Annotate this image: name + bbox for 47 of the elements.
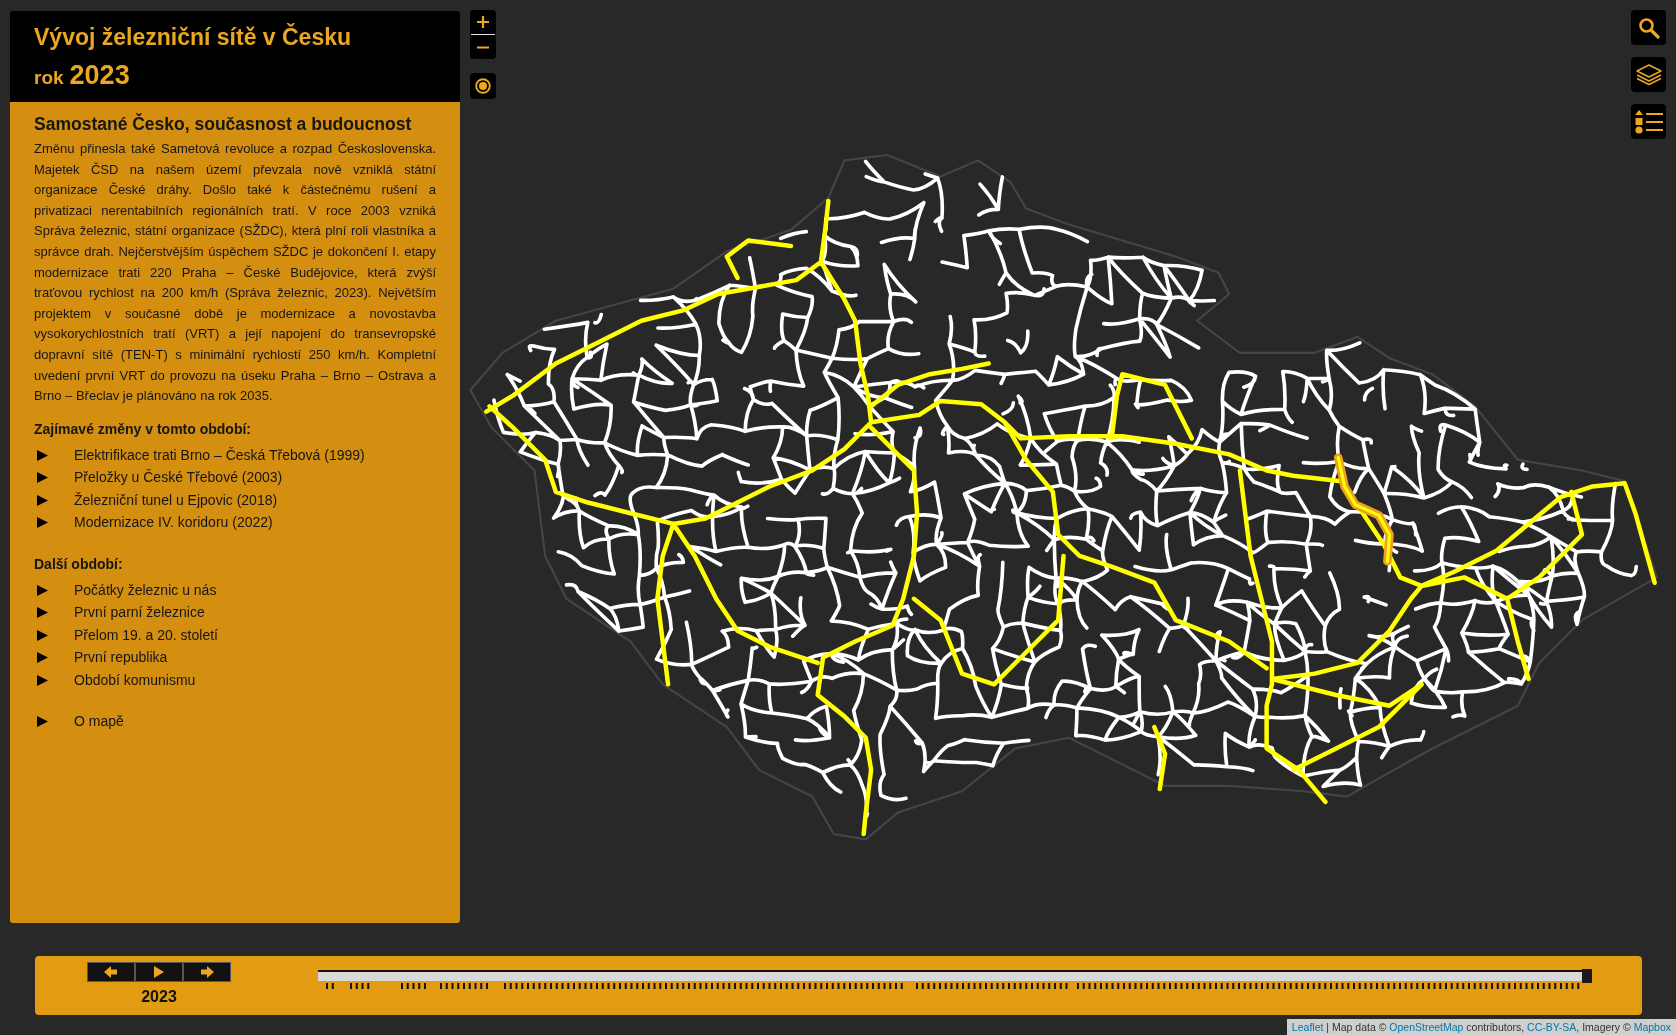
triangle-icon [37, 607, 48, 619]
period-link[interactable]: Počátky železnic u nás [34, 579, 217, 602]
change-link[interactable]: Železniční tunel u Ejpovic (2018) [34, 489, 278, 512]
timeline-year: 2023 [141, 987, 177, 1007]
list-icon [1634, 109, 1663, 134]
play-icon [154, 966, 164, 978]
play-button[interactable] [135, 962, 183, 982]
periods-heading: Další období: [34, 554, 123, 574]
triangle-icon [37, 517, 48, 529]
triangle-icon [37, 449, 48, 461]
article-text: Změnu přinesla také Sametová revoluce a rozpad Československa. Majetek ČSD na našem území převzala nově vzniklá státní organizace České dráhy. Došlo také k částečnému rušení a privatizaci nerentabilních regionálních tratí. V roce 2003 vzniká Správa železnic, státní organizace (SŽDC), která plní roli vlastníka a správce drah. Nejčerstvějším úspěchem SŽDC je dokončení I. etapy modernizace trati 220 Praha – České Budějovice, která zvýší traťovou rychlost na 200 km/h (Správa železnic, 2023). Největším projektem v současné době je modernizace a novostavba vysokorychlostních tratí (VRT) a její napojení do transevropské dopravní sítě (TEN-T) s minimální rychlostí 250 km/h. Kompletní uvedení první VRT do provozu na úseku Praha – Brno – Ostrava a Brno – Břeclav je plánováno na rok 2035. [34, 140, 436, 406]
triangle-icon [37, 584, 48, 596]
minus-icon [477, 45, 489, 49]
timeline-slider[interactable] [318, 970, 1592, 981]
right-arrow-icon [200, 966, 214, 978]
map-attribution: Leaflet | Map data © OpenStreetMap contributors, CC-BY-SA, Imagery © Mapbox [1286, 1019, 1676, 1035]
search-icon [1637, 16, 1660, 39]
year-label: rok [34, 66, 64, 90]
search-button[interactable] [1631, 10, 1666, 45]
changes-heading: Zajímavé změny v tomto období: [34, 419, 252, 439]
locate-button[interactable] [470, 73, 496, 99]
triangle-icon [37, 629, 48, 641]
slider-handle[interactable] [1582, 969, 1592, 983]
layers-button[interactable] [1631, 57, 1666, 92]
change-link[interactable]: Elektrifikace trati Brno – Česká Třebová (1999) [34, 444, 365, 467]
period-link[interactable]: Období komunismu [34, 669, 196, 692]
period-link[interactable]: První parní železnice [34, 602, 205, 624]
legend-button[interactable] [1631, 104, 1666, 139]
article-heading: Samostané Česko, současnost a budoucnost [34, 112, 412, 136]
plus-icon [477, 16, 489, 28]
change-link[interactable]: Modernizace IV. koridoru (2022) [34, 512, 273, 534]
period-link[interactable]: Přelom 19. a 20. století [34, 624, 218, 647]
period-link[interactable]: První republika [34, 647, 168, 669]
next-year-button[interactable] [183, 962, 231, 982]
triangle-icon [37, 494, 48, 506]
change-link[interactable]: Přeložky u České Třebové (2003) [34, 467, 283, 489]
triangle-icon [37, 716, 48, 728]
triangle-icon [37, 472, 48, 484]
triangle-icon [37, 652, 48, 664]
layers-icon [1635, 63, 1662, 86]
about-link[interactable]: O mapě [34, 711, 124, 733]
panel-title: Vývoj železniční sítě v Česku [34, 22, 352, 52]
previous-year-button[interactable] [87, 962, 135, 982]
triangle-icon [37, 674, 48, 686]
left-arrow-icon [104, 966, 118, 978]
year-heading: 2023 [69, 59, 130, 92]
target-icon [475, 78, 491, 94]
